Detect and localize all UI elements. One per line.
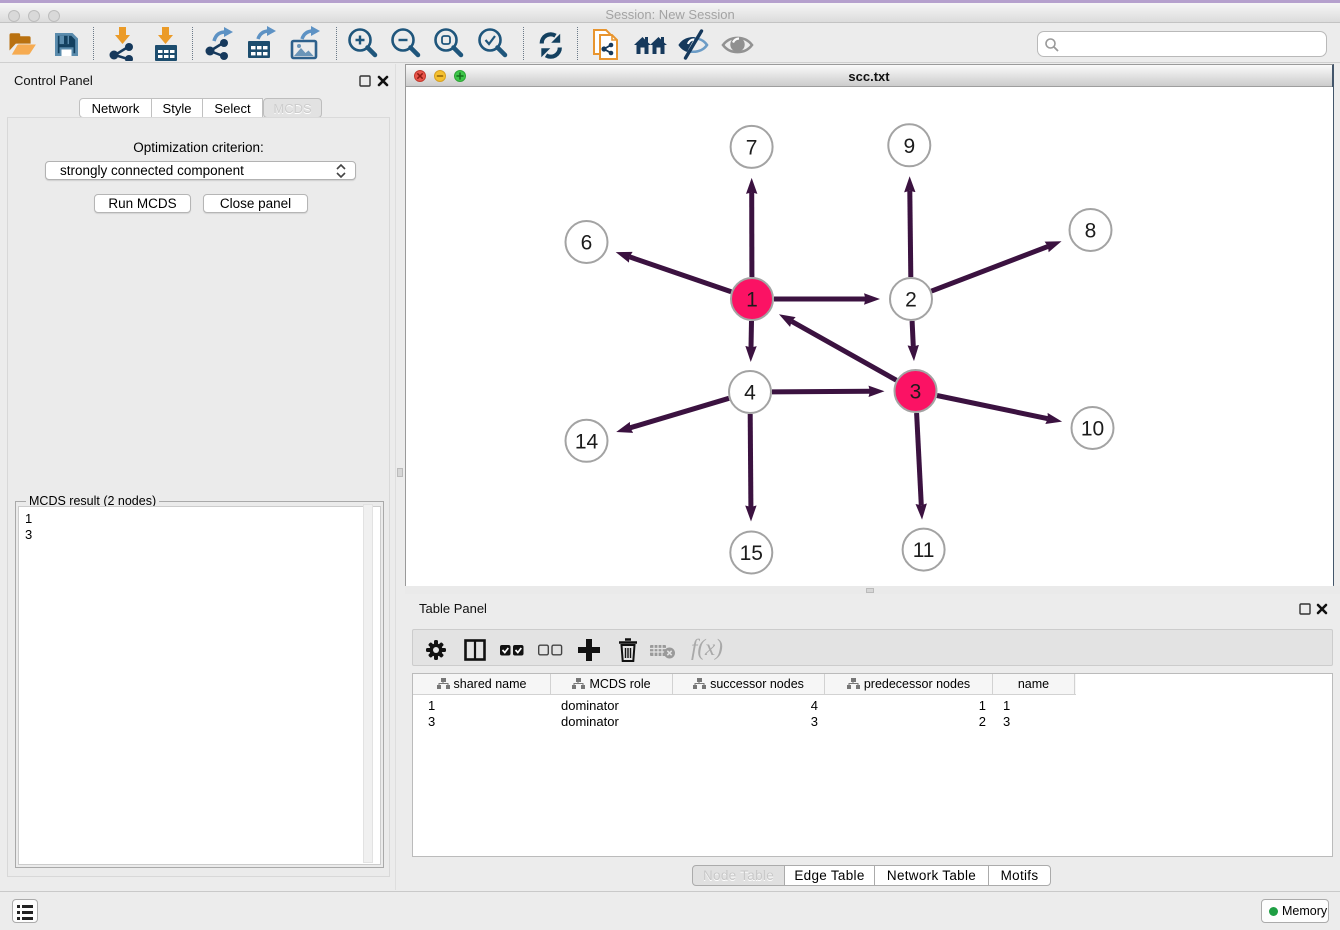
svg-text:1: 1 [746,289,758,312]
svg-text:7: 7 [746,136,758,159]
svg-text:14: 14 [575,430,599,453]
svg-text:15: 15 [740,542,763,565]
svg-text:11: 11 [913,539,935,562]
svg-text:8: 8 [1085,220,1097,243]
svg-text:6: 6 [581,232,593,255]
svg-text:9: 9 [903,135,915,158]
svg-text:10: 10 [1081,418,1104,441]
svg-text:3: 3 [910,381,922,404]
svg-text:2: 2 [905,289,917,312]
svg-text:4: 4 [744,382,756,405]
